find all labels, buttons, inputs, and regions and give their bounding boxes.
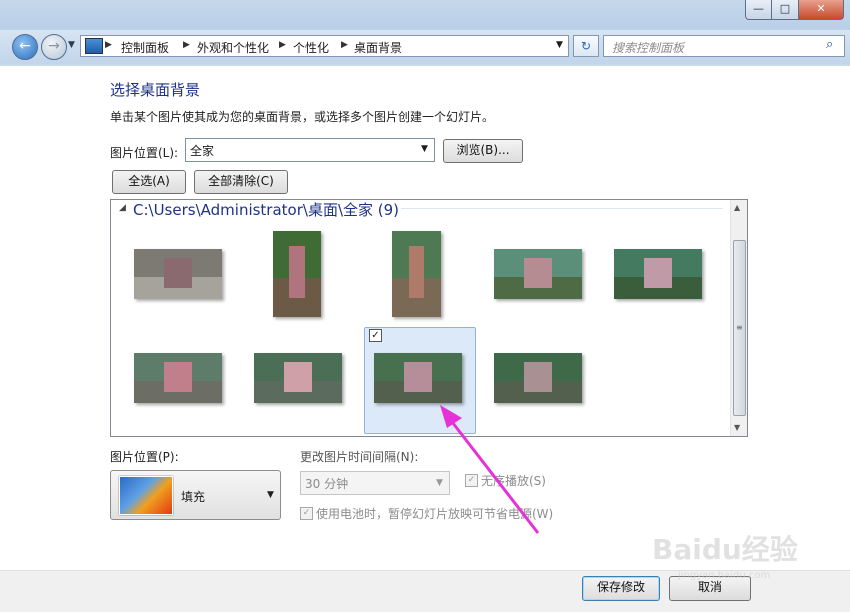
annotation-arrow: [440, 405, 540, 534]
baidu-watermark: Baidu经验 jingyan.baidu.com: [646, 528, 806, 588]
baidu-logo: Baidu经验: [652, 533, 798, 566]
baidu-url: jingyan.baidu.com: [678, 570, 771, 581]
